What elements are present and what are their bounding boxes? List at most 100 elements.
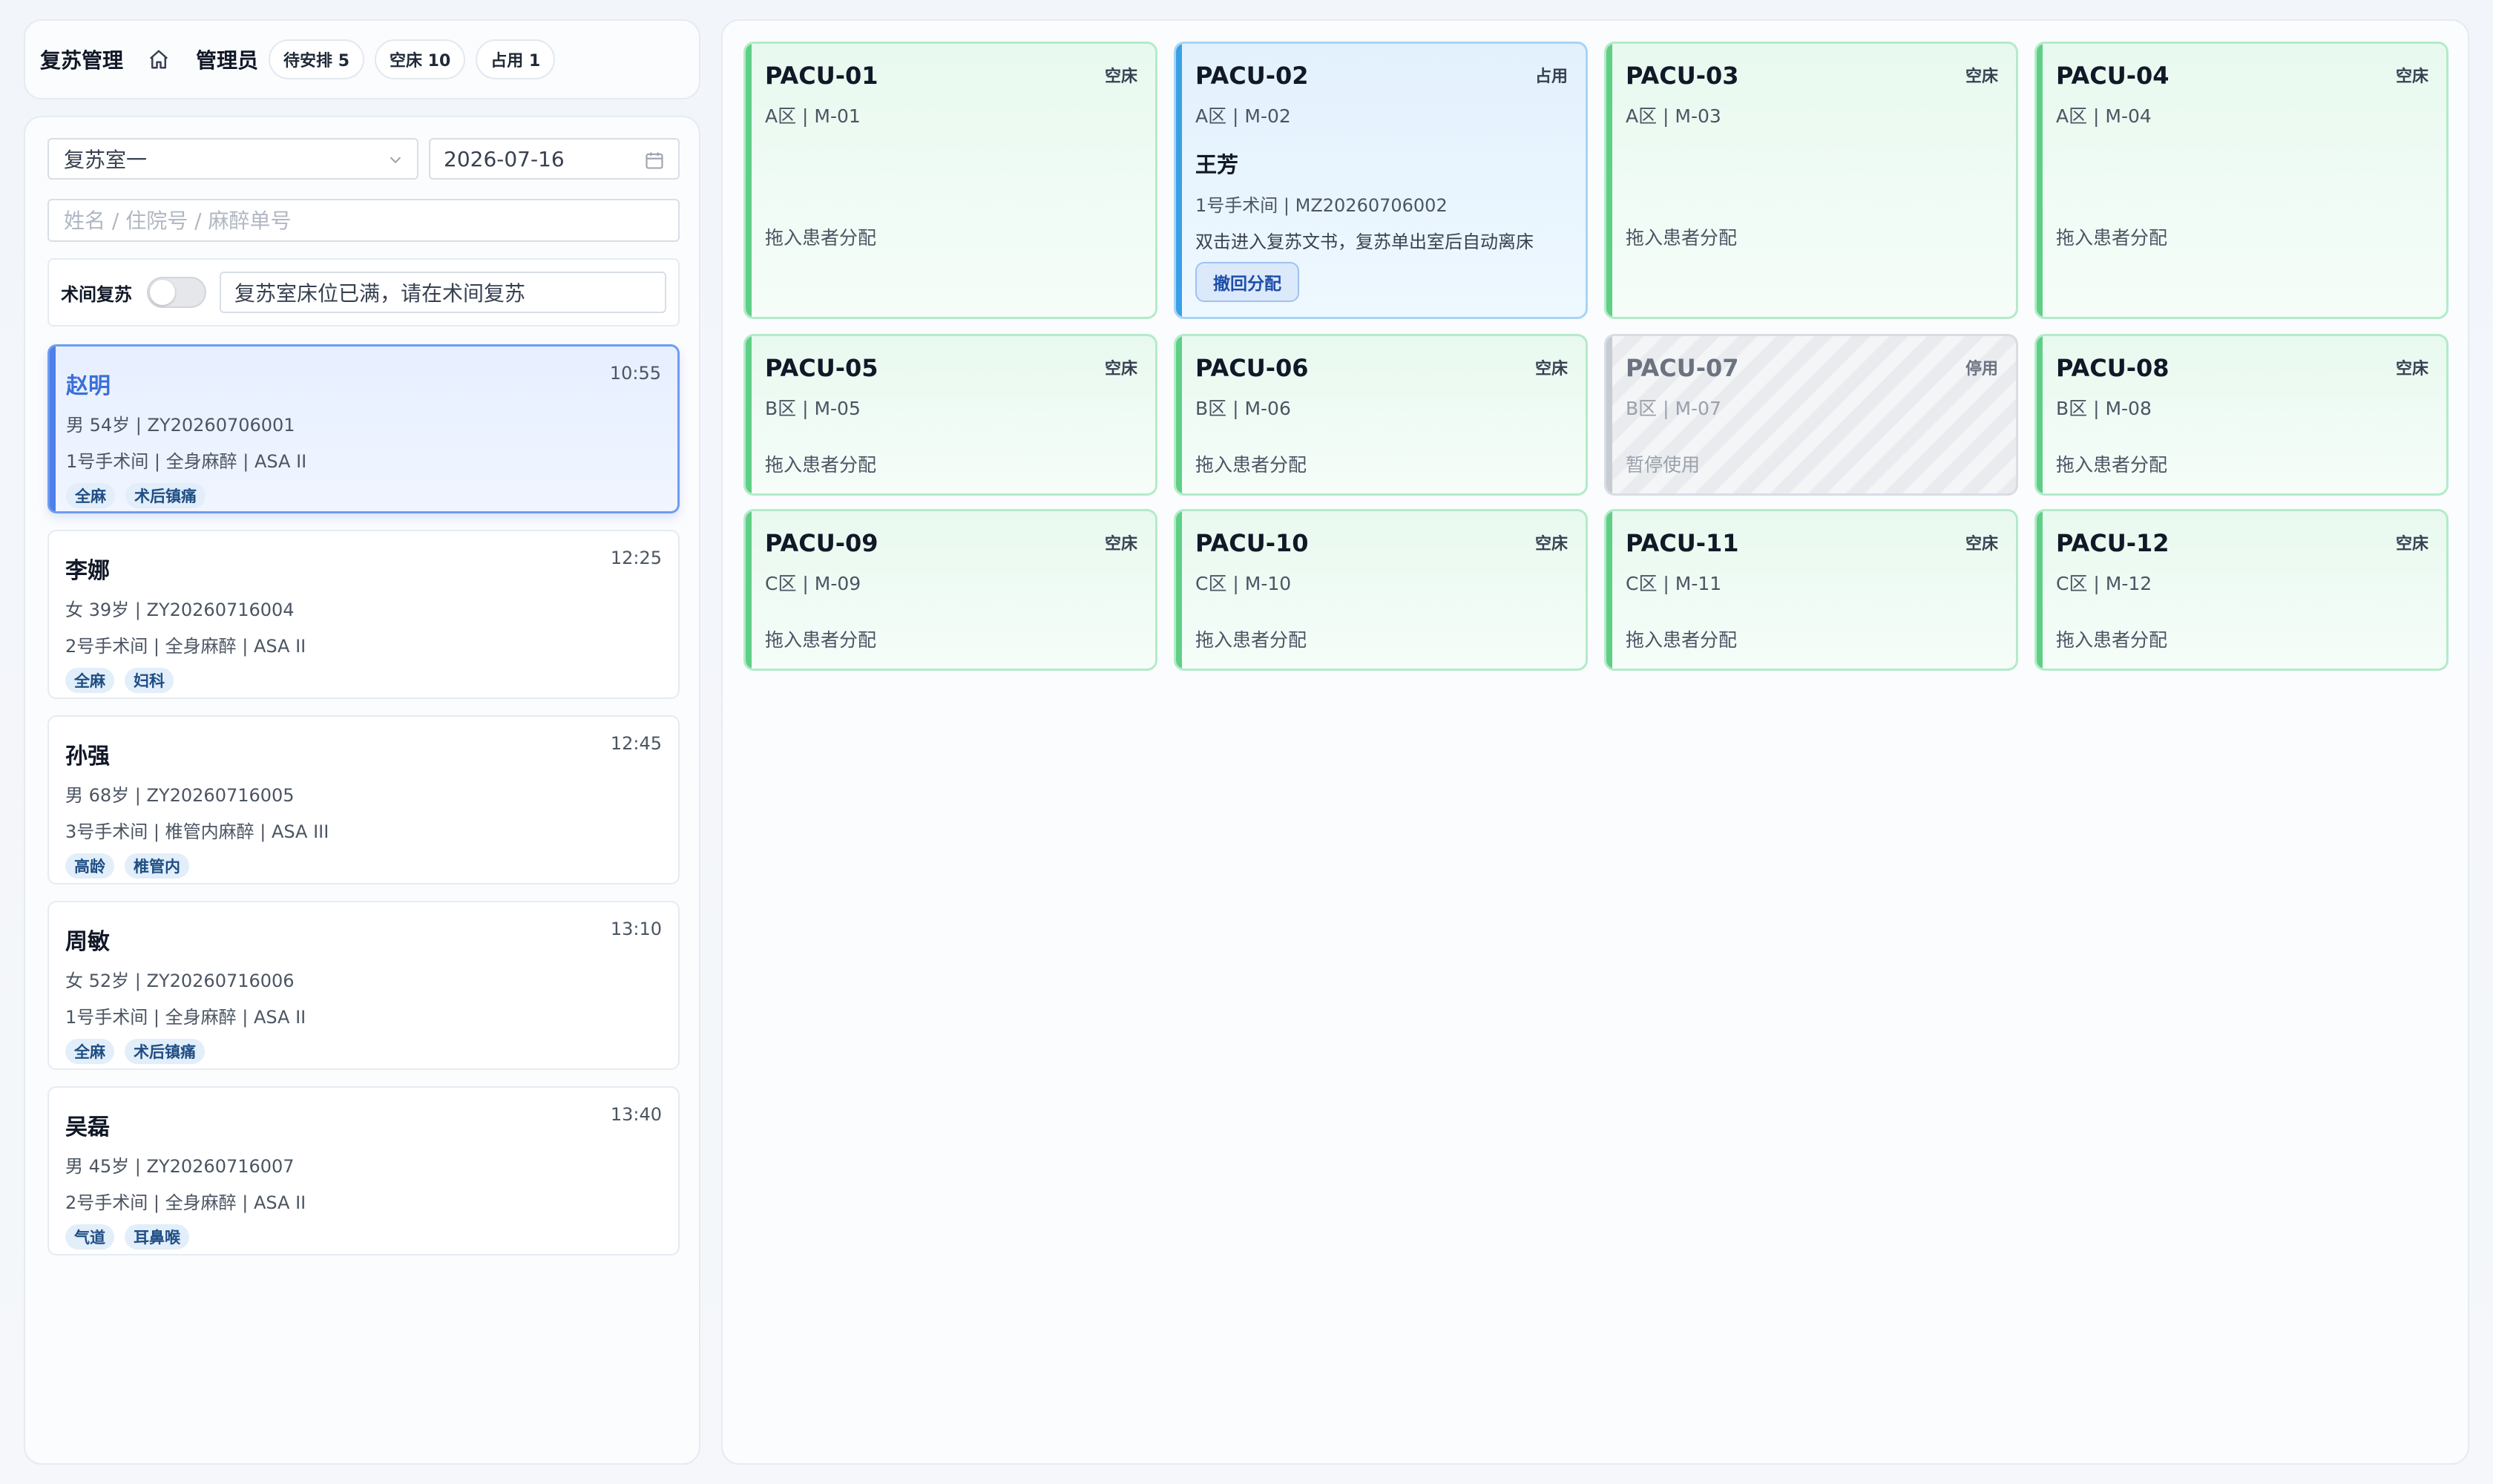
bed-location: A区 | M-01 bbox=[765, 105, 861, 127]
bed-drop-hint: 拖入患者分配 bbox=[1626, 629, 1738, 651]
patient-name: 李娜 bbox=[65, 558, 110, 584]
patient-tag: 全麻 bbox=[65, 668, 114, 693]
recovery-room-select[interactable]: 复苏室一 bbox=[47, 138, 418, 180]
bed-card[interactable]: PACU-10 空床 C区 | M-10 拖入患者分配 bbox=[1174, 509, 1588, 671]
patient-tag: 椎管内 bbox=[125, 853, 189, 879]
patient-card[interactable]: 周敏 13:10 女 52岁 | ZY20260716006 1号手术间 | 全… bbox=[47, 901, 680, 1070]
bed-status: 停用 bbox=[1965, 360, 1998, 378]
bed-location: C区 | M-11 bbox=[1626, 573, 1722, 594]
patient-time: 12:25 bbox=[610, 548, 662, 568]
bed-status: 空床 bbox=[1965, 68, 1998, 86]
bed-code: PACU-07 bbox=[1626, 354, 1739, 382]
chevron-down-icon bbox=[390, 157, 401, 164]
bed-card[interactable]: PACU-08 空床 B区 | M-08 拖入患者分配 bbox=[2034, 334, 2448, 496]
bed-location: A区 | M-02 bbox=[1195, 105, 1291, 127]
date-picker[interactable]: 2026-07-16 bbox=[429, 138, 680, 180]
app-title: 复苏管理 bbox=[40, 48, 124, 73]
recovery-room-value: 复苏室一 bbox=[64, 148, 148, 172]
patient-card[interactable]: 赵明 10:55 男 54岁 | ZY20260706001 1号手术间 | 全… bbox=[47, 344, 680, 513]
patient-card[interactable]: 孙强 12:45 男 68岁 | ZY20260716005 3号手术间 | 椎… bbox=[47, 715, 680, 884]
patient-time: 13:40 bbox=[610, 1104, 662, 1125]
patient-name: 吴磊 bbox=[65, 1114, 110, 1140]
patient-tag: 耳鼻喉 bbox=[125, 1224, 189, 1250]
bed-drop-hint: 拖入患者分配 bbox=[765, 227, 877, 249]
bed-card[interactable]: PACU-12 空床 C区 | M-12 拖入患者分配 bbox=[2034, 509, 2448, 671]
bed-code: PACU-11 bbox=[1626, 529, 1739, 557]
patient-surgery: 1号手术间 | 全身麻醉 | ASA II bbox=[65, 1007, 306, 1028]
patient-surgery: 2号手术间 | 全身麻醉 | ASA II bbox=[65, 636, 306, 657]
bed-disabled-hint: 暂停使用 bbox=[1626, 454, 1701, 476]
bed-location: A区 | M-03 bbox=[1626, 105, 1721, 127]
bed-code: PACU-10 bbox=[1195, 529, 1309, 557]
bed-code: PACU-03 bbox=[1626, 62, 1739, 90]
bed-status: 空床 bbox=[1104, 68, 1137, 86]
patient-tag: 高龄 bbox=[65, 853, 114, 879]
toggle-knob bbox=[150, 280, 175, 305]
bed-code: PACU-04 bbox=[2056, 62, 2170, 90]
patient-card[interactable]: 吴磊 13:40 男 45岁 | ZY20260716007 2号手术间 | 全… bbox=[47, 1086, 680, 1255]
patient-info: 女 52岁 | ZY20260716006 bbox=[65, 971, 295, 991]
patient-info: 男 45岁 | ZY20260716007 bbox=[65, 1156, 295, 1177]
bed-location: B区 | M-05 bbox=[765, 398, 861, 419]
bed-status: 占用 bbox=[1534, 68, 1568, 86]
patient-name: 周敏 bbox=[65, 929, 110, 955]
patient-surgery: 2号手术间 | 全身麻醉 | ASA II bbox=[65, 1192, 306, 1213]
patient-info: 男 68岁 | ZY20260716005 bbox=[65, 785, 295, 806]
empty-count-chip[interactable]: 空床 10 bbox=[375, 39, 466, 79]
patient-time: 12:45 bbox=[610, 733, 662, 754]
bed-status: 空床 bbox=[1534, 535, 1568, 554]
revoke-assignment-button[interactable]: 撤回分配 bbox=[1195, 262, 1299, 302]
bed-card[interactable]: PACU-02 占用 A区 | M-02 王芳 1号手术间 | MZ202607… bbox=[1174, 42, 1588, 319]
patient-queue-panel: 复苏室一 2026-07-16 术间复苏 复苏室床位已满，请在术间复苏 赵明 1… bbox=[24, 116, 700, 1465]
patient-tag: 术后镇痛 bbox=[125, 1039, 205, 1064]
bed-status: 空床 bbox=[1104, 535, 1137, 554]
occupied-count-chip[interactable]: 占用 1 bbox=[476, 39, 556, 79]
bed-status: 空床 bbox=[2395, 68, 2428, 86]
bed-card[interactable]: PACU-05 空床 B区 | M-05 拖入患者分配 bbox=[743, 334, 1157, 496]
bed-card[interactable]: PACU-09 空床 C区 | M-09 拖入患者分配 bbox=[743, 509, 1157, 671]
bed-card[interactable]: PACU-04 空床 A区 | M-04 拖入患者分配 bbox=[2034, 42, 2448, 319]
bed-code: PACU-12 bbox=[2056, 529, 2170, 557]
bed-location: B区 | M-07 bbox=[1626, 398, 1721, 419]
bed-code: PACU-05 bbox=[765, 354, 878, 382]
intraop-notice-field[interactable]: 复苏室床位已满，请在术间复苏 bbox=[220, 272, 666, 313]
bed-patient-info: 1号手术间 | MZ20260706002 bbox=[1195, 195, 1448, 216]
patient-tag: 术后镇痛 bbox=[125, 483, 206, 508]
bed-card: PACU-07 停用 B区 | M-07 暂停使用 bbox=[1604, 334, 2018, 496]
bed-drop-hint: 拖入患者分配 bbox=[1626, 227, 1738, 249]
home-icon[interactable] bbox=[144, 45, 174, 74]
bed-drop-hint: 拖入患者分配 bbox=[1195, 454, 1307, 476]
date-value: 2026-07-16 bbox=[444, 146, 565, 171]
user-name[interactable]: 管理员 bbox=[196, 45, 258, 74]
patient-card[interactable]: 李娜 12:25 女 39岁 | ZY20260716004 2号手术间 | 全… bbox=[47, 530, 680, 699]
bed-note: 双击进入复苏文书，复苏单出室后自动离床 bbox=[1195, 232, 1534, 252]
bed-code: PACU-09 bbox=[765, 529, 878, 557]
patient-time: 13:10 bbox=[610, 919, 662, 939]
bed-drop-hint: 拖入患者分配 bbox=[2056, 454, 2168, 476]
patient-time: 10:55 bbox=[609, 363, 661, 384]
patient-surgery: 1号手术间 | 全身麻醉 | ASA II bbox=[66, 451, 307, 472]
pending-count-chip[interactable]: 待安排 5 bbox=[269, 39, 364, 79]
bed-card[interactable]: PACU-11 空床 C区 | M-11 拖入患者分配 bbox=[1604, 509, 2018, 671]
bed-code: PACU-06 bbox=[1195, 354, 1309, 382]
patient-name: 孙强 bbox=[65, 743, 110, 769]
bed-drop-hint: 拖入患者分配 bbox=[2056, 227, 2168, 249]
patient-tag: 妇科 bbox=[125, 668, 174, 693]
bed-card[interactable]: PACU-06 空床 B区 | M-06 拖入患者分配 bbox=[1174, 334, 1588, 496]
bed-drop-hint: 拖入患者分配 bbox=[765, 454, 877, 476]
bed-board: PACU-01 空床 A区 | M-01 拖入患者分配 PACU-02 占用 A… bbox=[721, 19, 2469, 1465]
patient-surgery: 3号手术间 | 椎管内麻醉 | ASA III bbox=[65, 821, 329, 842]
patient-search-input[interactable] bbox=[47, 199, 680, 242]
bed-status: 空床 bbox=[1965, 535, 1998, 554]
bed-status: 空床 bbox=[1104, 360, 1137, 378]
bed-location: B区 | M-06 bbox=[1195, 398, 1291, 419]
intraop-recovery-toggle[interactable] bbox=[147, 277, 206, 308]
patient-tag: 全麻 bbox=[66, 483, 115, 508]
patient-info: 女 39岁 | ZY20260716004 bbox=[65, 600, 295, 620]
bed-location: C区 | M-10 bbox=[1195, 573, 1292, 594]
bed-card[interactable]: PACU-01 空床 A区 | M-01 拖入患者分配 bbox=[743, 42, 1157, 319]
bed-card[interactable]: PACU-03 空床 A区 | M-03 拖入患者分配 bbox=[1604, 42, 2018, 319]
patient-tag: 气道 bbox=[65, 1224, 114, 1250]
bed-drop-hint: 拖入患者分配 bbox=[1195, 629, 1307, 651]
patient-tag: 全麻 bbox=[65, 1039, 114, 1064]
